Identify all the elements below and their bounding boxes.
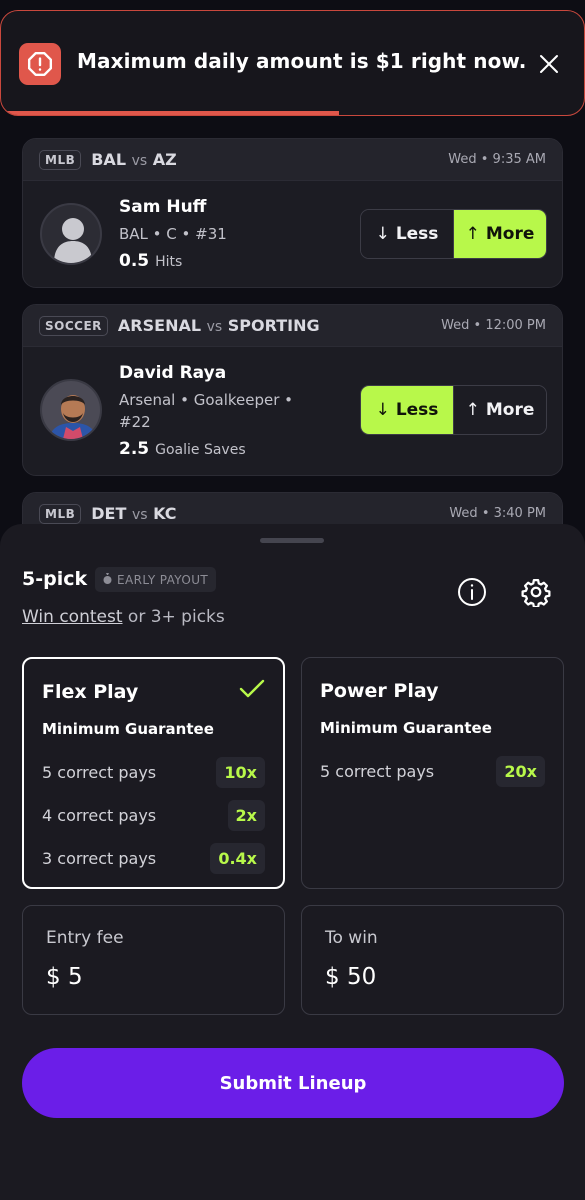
alert-octagon-icon	[19, 43, 61, 85]
team-b: KC	[153, 504, 177, 523]
less-button[interactable]: ↓ Less	[361, 210, 453, 258]
payout-row: 4 correct pays 2x	[42, 799, 265, 831]
play-subtitle: Minimum Guarantee	[42, 720, 214, 738]
win-condition: Win contest or 3+ picks	[22, 607, 225, 627]
early-payout-label: EARLY PAYOUT	[117, 572, 209, 587]
less-button[interactable]: ↓ Less	[361, 386, 453, 434]
to-win-display: To win $ 50	[301, 905, 564, 1015]
projection-line: 2.5 Goalie Saves	[119, 439, 246, 459]
card-header: SOCCER ARSENAL vs SPORTING Wed • 12:00 P…	[23, 305, 562, 347]
power-play-option[interactable]: Power Play Minimum Guarantee 5 correct p…	[301, 657, 564, 889]
line-value: 0.5	[119, 251, 150, 271]
team-b: AZ	[152, 150, 177, 169]
play-title: Power Play	[320, 680, 439, 702]
more-label: More	[485, 224, 535, 244]
arrow-down-icon: ↓	[375, 224, 390, 244]
player-info: Arsenal • Goalkeeper • #22	[119, 391, 294, 431]
team-b: SPORTING	[227, 316, 320, 335]
payout-multiplier: 10x	[216, 756, 265, 788]
less-label: Less	[395, 400, 439, 420]
game-time: Wed • 12:00 PM	[441, 318, 546, 333]
matchup: DET vs KC	[91, 504, 176, 523]
more-button[interactable]: ↑ More	[453, 210, 546, 258]
game-time: Wed • 9:35 AM	[448, 152, 546, 167]
team-a: BAL	[91, 150, 127, 169]
player-name: David Raya	[119, 363, 227, 383]
line-value: 2.5	[119, 439, 150, 459]
league-badge: MLB	[39, 503, 82, 524]
entry-fee-field[interactable]: Entry fee $ 5	[22, 905, 285, 1015]
matchup: BAL vs AZ	[91, 150, 177, 169]
game-time: Wed • 3:40 PM	[449, 506, 546, 521]
player-info: BAL • C • #31	[119, 225, 227, 243]
less-more-toggle: ↓ Less ↑ More	[360, 385, 547, 435]
payout-multiplier: 0.4x	[210, 842, 265, 874]
vs-label: vs	[131, 507, 148, 523]
play-title: Flex Play	[42, 681, 139, 703]
toast-progress-bar	[1, 111, 340, 115]
to-win-value: $ 50	[325, 964, 377, 990]
lineup-sheet: 5-pick EARLY PAYOUT Win contest or 3+ pi…	[0, 524, 585, 1200]
player-avatar[interactable]	[40, 379, 102, 441]
team-a: ARSENAL	[117, 316, 202, 335]
projection-card: MLB BAL vs AZ Wed • 9:35 AM Sam Huff BAL…	[22, 138, 563, 288]
gear-icon[interactable]	[520, 576, 552, 608]
to-win-label: To win	[325, 928, 378, 948]
card-body: Sam Huff BAL • C • #31 0.5 Hits ↓ Less ↑ …	[23, 181, 562, 287]
team-a: DET	[91, 504, 127, 523]
payout-label: 5 correct pays	[42, 762, 157, 782]
arrow-up-icon: ↑	[465, 400, 480, 420]
arrow-up-icon: ↑	[465, 224, 480, 244]
payout-multiplier: 2x	[227, 799, 265, 831]
info-icon[interactable]	[456, 576, 488, 608]
player-avatar[interactable]	[40, 203, 102, 265]
error-toast: Maximum daily amount is $1 right now.	[0, 10, 585, 116]
payout-row: 3 correct pays 0.4x	[42, 842, 265, 874]
submit-lineup-button[interactable]: Submit Lineup	[22, 1048, 564, 1118]
card-header: MLB BAL vs AZ Wed • 9:35 AM	[23, 139, 562, 181]
checkmark-icon	[239, 679, 265, 703]
projection-line: 0.5 Hits	[119, 251, 182, 271]
payout-row: 5 correct pays 20x	[320, 755, 545, 787]
card-body: David Raya Arsenal • Goalkeeper • #22 2.…	[23, 347, 562, 459]
entry-fee-label: Entry fee	[46, 928, 124, 948]
vs-label: vs	[206, 319, 223, 335]
win-contest-link[interactable]: Win contest	[22, 607, 123, 627]
projection-card: SOCCER ARSENAL vs SPORTING Wed • 12:00 P…	[22, 304, 563, 476]
arrow-down-icon: ↓	[375, 400, 390, 420]
more-button[interactable]: ↑ More	[453, 386, 546, 434]
matchup: ARSENAL vs SPORTING	[118, 316, 320, 335]
payout-row: 5 correct pays 10x	[42, 756, 265, 788]
moneybag-icon	[103, 572, 112, 587]
league-badge: MLB	[39, 149, 82, 170]
pick-count: 5-pick	[22, 568, 88, 590]
league-badge: SOCCER	[39, 315, 108, 336]
close-icon[interactable]	[536, 51, 562, 77]
more-label: More	[485, 400, 535, 420]
entry-fee-value: $ 5	[46, 964, 83, 990]
flex-play-option[interactable]: Flex Play Minimum Guarantee 5 correct pa…	[22, 657, 285, 889]
drag-handle[interactable]	[260, 538, 324, 543]
payout-label: 4 correct pays	[42, 805, 157, 825]
payout-label: 5 correct pays	[320, 761, 435, 781]
stat-type: Goalie Saves	[155, 442, 246, 458]
payout-label: 3 correct pays	[42, 848, 157, 868]
early-payout-badge: EARLY PAYOUT	[95, 567, 217, 592]
toast-message: Maximum daily amount is $1 right now.	[77, 49, 527, 73]
win-rest: or 3+ picks	[122, 607, 225, 627]
player-name: Sam Huff	[119, 197, 207, 217]
payout-multiplier: 20x	[496, 755, 545, 787]
less-more-toggle: ↓ Less ↑ More	[360, 209, 547, 259]
stat-type: Hits	[155, 254, 183, 270]
play-subtitle: Minimum Guarantee	[320, 719, 492, 737]
vs-label: vs	[131, 153, 148, 169]
less-label: Less	[395, 224, 439, 244]
